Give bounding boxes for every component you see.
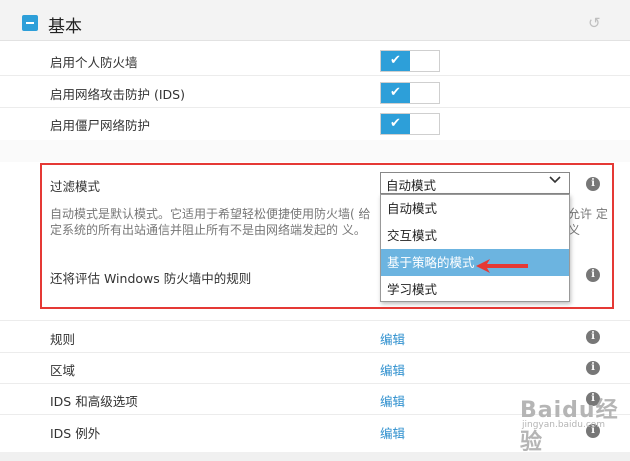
watermark-url: jingyan.baidu.com xyxy=(522,420,606,430)
ids-advanced-label: IDS 和高级选项 xyxy=(50,394,138,409)
toggle-label-ids: 启用网络攻击防护 (IDS) xyxy=(50,87,185,102)
rules-edit-link[interactable]: 编辑 xyxy=(380,329,405,348)
section-title: 基本 xyxy=(48,17,82,37)
section-header xyxy=(0,0,630,41)
divider xyxy=(0,75,630,76)
toggle-label-firewall: 启用个人防火墙 xyxy=(50,55,138,70)
ids-exceptions-label: IDS 例外 xyxy=(50,426,101,441)
reset-icon[interactable]: ↺ xyxy=(588,14,601,32)
divider xyxy=(0,383,630,384)
zones-edit-link[interactable]: 编辑 xyxy=(380,360,405,379)
info-icon[interactable]: i xyxy=(586,330,600,344)
info-icon[interactable]: i xyxy=(586,361,600,375)
toggle-label-botnet: 启用僵尸网络防护 xyxy=(50,118,151,133)
toggle-firewall[interactable]: ✔ xyxy=(380,50,440,72)
check-icon: ✔ xyxy=(381,51,410,71)
rules-label: 规则 xyxy=(50,332,76,347)
spacer xyxy=(0,140,630,162)
annotation-box xyxy=(40,163,614,309)
check-icon: ✔ xyxy=(381,83,410,103)
ids-exceptions-edit-link[interactable]: 编辑 xyxy=(380,423,405,442)
collapse-icon[interactable] xyxy=(22,15,38,31)
toggle-botnet[interactable]: ✔ xyxy=(380,113,440,135)
divider xyxy=(0,107,630,108)
check-icon: ✔ xyxy=(381,114,410,134)
ids-advanced-edit-link[interactable]: 编辑 xyxy=(380,391,405,410)
divider xyxy=(0,352,630,353)
toggle-ids[interactable]: ✔ xyxy=(380,82,440,104)
divider xyxy=(0,320,630,321)
zones-label: 区域 xyxy=(50,363,76,378)
